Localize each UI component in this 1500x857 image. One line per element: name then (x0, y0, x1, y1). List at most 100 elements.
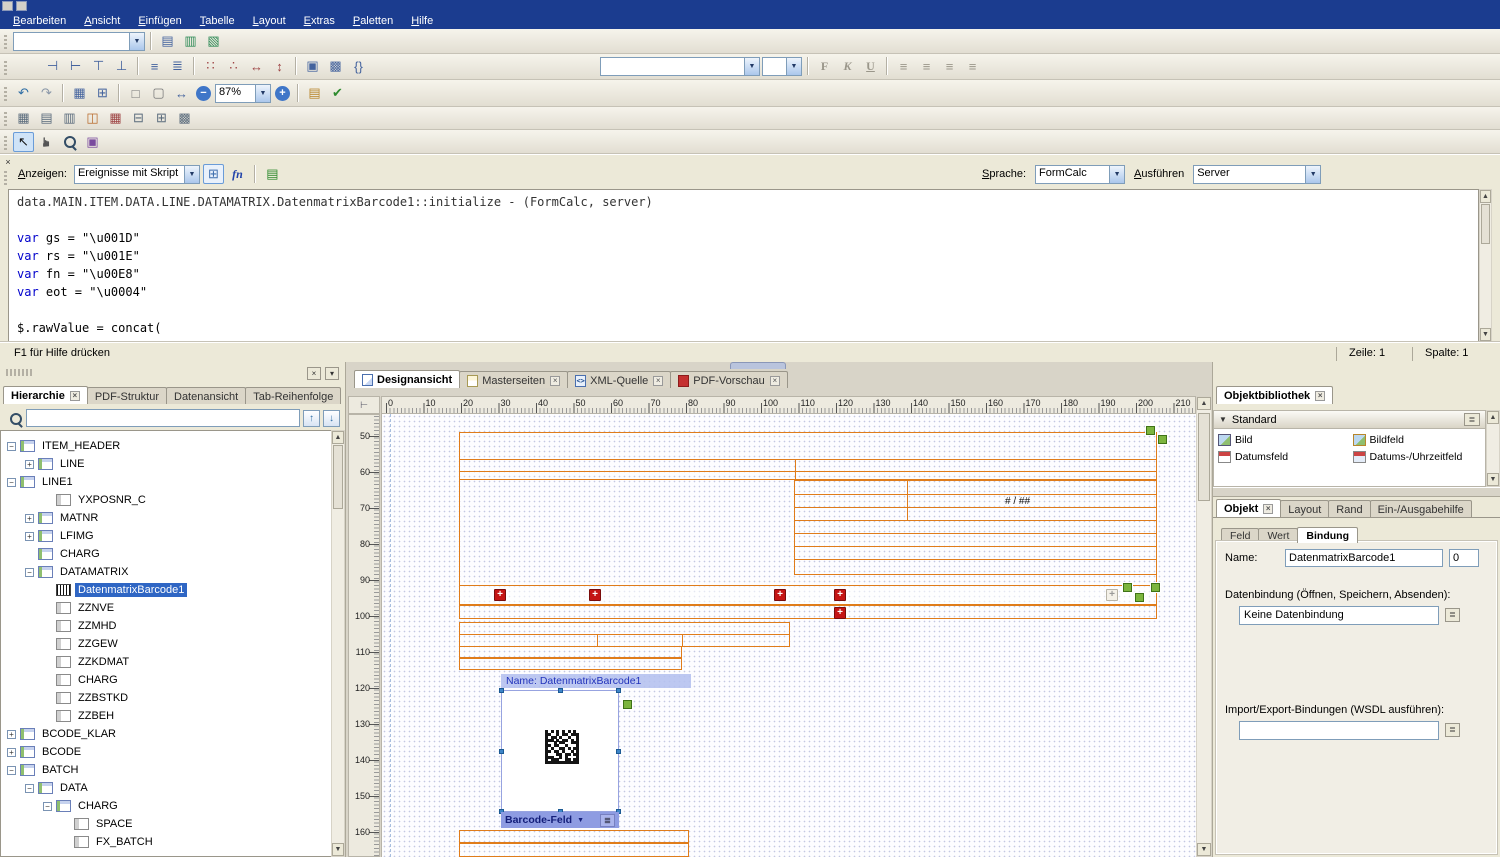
fit-width-icon[interactable]: ↔ (171, 83, 192, 103)
font-size-combo[interactable]: ▼ (762, 56, 802, 76)
tree-item-charg[interactable]: CHARG (1, 671, 331, 689)
chevron-down-icon[interactable]: ▼ (1109, 165, 1125, 183)
form-properties-icon[interactable]: ▤ (157, 31, 178, 51)
library-scrollbar[interactable]: ▲ ▼ (1486, 410, 1500, 487)
tree-item-line1[interactable]: − LINE1 (1, 473, 331, 491)
scrollbar-thumb[interactable] (1481, 204, 1490, 244)
selection-tool-icon[interactable]: ↖ (13, 131, 34, 152)
tab-designansicht[interactable]: Designansicht (354, 370, 461, 388)
expand-icon[interactable]: + (25, 513, 34, 523)
tree-item-lfimg[interactable]: + LFIMG (1, 527, 331, 545)
expand-icon[interactable]: + (7, 747, 16, 757)
script-scrollbar[interactable]: ▲ ▼ (1479, 189, 1492, 342)
table-borders-icon[interactable]: ▩ (174, 108, 195, 128)
insert-handle[interactable] (1135, 593, 1144, 602)
zoom-in-icon[interactable]: + (275, 85, 290, 101)
tree-item-fx-batch[interactable]: FX_BATCH (1, 833, 331, 851)
library-menu-icon[interactable]: ≣ (1464, 413, 1480, 426)
scroll-down-icon[interactable]: ▼ (332, 843, 344, 856)
tree-item-datamatrix[interactable]: − DATAMATRIX (1, 563, 331, 581)
data-row-object[interactable] (459, 830, 689, 843)
tab-tab-reihenfolge[interactable]: Tab-Reihenfolge (245, 387, 342, 404)
line-row-object[interactable]: + + + + + (459, 585, 1157, 605)
resize-handle[interactable] (558, 688, 563, 693)
resize-handle[interactable] (616, 688, 621, 693)
wsdl-binding-input[interactable] (1239, 721, 1439, 740)
scroll-up-icon[interactable]: ▲ (1487, 411, 1499, 424)
toolbar-grip[interactable] (4, 85, 7, 101)
insert-row-below-icon[interactable]: ▥ (59, 108, 80, 128)
tab-pdf-vorschau[interactable]: PDF-Vorschau × (670, 371, 788, 388)
hand-tool-icon[interactable]: ☛ (37, 131, 57, 152)
page-number-cell[interactable]: # / ## (1005, 496, 1030, 507)
tree-item-charg[interactable]: CHARG (1, 545, 331, 563)
spell-check-icon[interactable]: ✔ (327, 83, 348, 103)
tab-ein-ausgabehilfe[interactable]: Ein-/Ausgabehilfe (1369, 500, 1472, 517)
insert-handle[interactable] (1158, 435, 1167, 444)
chevron-down-icon[interactable]: ▼ (255, 84, 270, 102)
datamatrix-field-object[interactable] (499, 688, 621, 814)
tab-datenansicht[interactable]: Datenansicht (166, 387, 247, 404)
search-input[interactable] (26, 409, 300, 427)
tree-item-data[interactable]: − DATA (1, 779, 331, 797)
tree-item-matnr[interactable]: + MATNR (1, 509, 331, 527)
collapse-icon[interactable]: − (7, 765, 16, 775)
menu-hilfe[interactable]: Hilfe (402, 14, 442, 28)
align-text-left-icon[interactable]: ≡ (893, 56, 914, 76)
hierarchy-scrollbar[interactable]: ▲ ▼ (331, 430, 345, 857)
close-icon[interactable]: × (307, 367, 321, 380)
scroll-up-icon[interactable]: ▲ (1480, 190, 1491, 203)
same-size-icon[interactable]: ▣ (302, 56, 323, 76)
panel-grip[interactable] (4, 169, 7, 185)
redo-icon[interactable]: ↷ (36, 83, 57, 103)
data-binding-combo[interactable]: Keine Datenbindung (1239, 606, 1439, 625)
insert-column-icon[interactable]: ◫ (82, 108, 103, 128)
run-at-combo[interactable]: Server ▼ (1193, 164, 1322, 184)
tree-item-zzbstkd[interactable]: ZZBSTKD (1, 689, 331, 707)
palette-menu-icon[interactable]: ▾ (325, 367, 339, 380)
binding-menu-icon[interactable]: ≣ (1445, 608, 1460, 622)
distribute-horizontal-icon[interactable]: ∷ (200, 56, 221, 76)
center-horizontal-icon[interactable]: ≡ (144, 56, 165, 76)
library-section-header[interactable]: ▼ Standard ≣ (1213, 410, 1486, 429)
align-text-right-icon[interactable]: ≡ (939, 56, 960, 76)
scroll-up-icon[interactable]: ▲ (332, 431, 344, 444)
same-width-icon[interactable]: ↔ (246, 56, 267, 76)
tree-item-line[interactable]: + LINE (1, 455, 331, 473)
tree-item-zzmhd[interactable]: ZZMHD (1, 617, 331, 635)
menu-layout[interactable]: Layout (244, 14, 295, 28)
library-item-datumsfeld[interactable]: Datumsfeld (1216, 448, 1349, 465)
menu-einfügen[interactable]: Einfügen (129, 14, 190, 28)
expand-icon[interactable]: + (25, 459, 34, 469)
group-objects-icon[interactable]: {} (348, 56, 369, 76)
field-type-dropdown[interactable]: Barcode-Feld ▼ ≣ (501, 812, 619, 828)
toolbar-grip[interactable] (4, 33, 7, 49)
panel-divider[interactable] (1213, 487, 1500, 497)
toolbar-grip[interactable] (4, 110, 7, 126)
resize-handle[interactable] (499, 688, 504, 693)
script-code-area[interactable]: data.MAIN.ITEM.DATA.LINE.DATAMATRIX.Date… (8, 189, 1479, 342)
delete-cells-icon[interactable]: ▦ (105, 108, 126, 128)
italic-icon[interactable]: K (837, 56, 858, 76)
insert-handle[interactable] (623, 700, 632, 709)
collapse-icon[interactable]: − (25, 567, 34, 577)
tab-bindung[interactable]: Bindung (1297, 527, 1358, 543)
object-boundaries-icon[interactable]: □ (125, 83, 146, 103)
add-row-button[interactable]: + (494, 589, 506, 601)
close-icon[interactable]: × (1263, 504, 1274, 514)
header-table-object[interactable] (459, 432, 1157, 480)
chevron-down-icon[interactable]: ▼ (183, 165, 199, 183)
expand-icon[interactable]: + (25, 531, 34, 541)
scrollbar-thumb[interactable] (1198, 413, 1210, 501)
zoom-out-icon[interactable]: − (196, 85, 211, 101)
find-next-icon[interactable]: ↓ (323, 409, 340, 427)
expand-icon[interactable]: + (7, 729, 16, 739)
find-previous-icon[interactable]: ↑ (303, 409, 320, 427)
add-row-button[interactable]: + (774, 589, 786, 601)
tab-rand[interactable]: Rand (1328, 500, 1371, 517)
menu-bearbeiten[interactable]: Bearbeiten (4, 14, 75, 28)
language-combo[interactable]: FormCalc ▼ (1035, 164, 1126, 184)
collapse-icon[interactable]: − (7, 441, 16, 451)
align-top-icon[interactable]: ⊤ (88, 56, 109, 76)
palette-grip[interactable] (6, 369, 32, 376)
